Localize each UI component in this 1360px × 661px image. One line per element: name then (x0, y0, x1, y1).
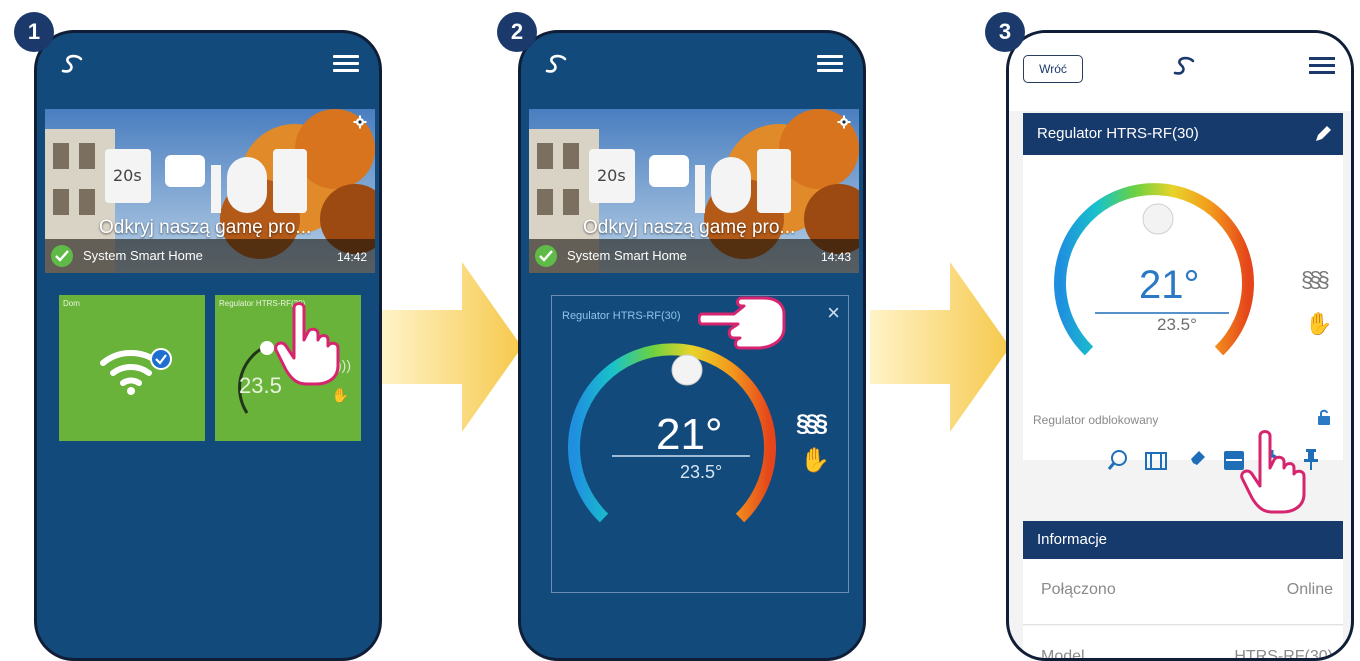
set-temperature: 21° (656, 410, 723, 459)
arrow-2 (870, 262, 1010, 432)
svg-text:20s: 20s (113, 166, 142, 185)
step-badge-1: 1 (14, 12, 54, 52)
current-temperature: 23.5° (1157, 315, 1197, 334)
logo-icon[interactable] (1171, 53, 1197, 79)
pointer-hand-icon (1240, 430, 1306, 514)
top-bar (521, 33, 863, 95)
phone-screen-2: 20s Odkryj naszą gamę pro... System Smar… (518, 30, 866, 661)
regulator-panel: 21° 23.5° §§§ ✋ Regulator odblokowany (1023, 155, 1343, 460)
search-icon[interactable] (1107, 449, 1129, 471)
plug-icon[interactable] (1185, 449, 1207, 471)
banner-time: 14:42 (336, 250, 367, 264)
banner-title: Odkryj naszą gamę pro... (583, 217, 796, 238)
film-icon[interactable] (1145, 451, 1167, 471)
gear-icon[interactable] (837, 115, 851, 129)
banner-footer: System Smart Home 14:42 (45, 239, 375, 273)
tile-dom[interactable]: Dom (59, 295, 205, 441)
banner-time: 14:43 (820, 250, 851, 264)
info-header: Informacje (1023, 521, 1343, 559)
phone-screen-3: Wróć Regulator HTRS-RF(30) 21° 23.5° §§§… (1006, 30, 1354, 661)
check-icon (535, 245, 557, 267)
info-row-model: Model HTRS-RF(30) (1023, 626, 1343, 661)
heat-icon: §§§ (796, 410, 828, 437)
hand-icon: ✋ (800, 447, 830, 474)
logo-icon[interactable] (59, 51, 85, 77)
lock-status: Regulator odblokowany (1033, 413, 1159, 427)
menu-icon[interactable] (333, 55, 359, 73)
tile-dom-label: Dom (63, 299, 80, 308)
step-badge-2: 2 (497, 12, 537, 52)
step-badge-3: 3 (985, 12, 1025, 52)
promo-banner[interactable]: 20s Odkryj naszą gamę pro... System Smar… (45, 109, 375, 273)
info-value: Online (1286, 581, 1333, 598)
check-icon (51, 245, 73, 267)
top-bar: Wróć (1009, 33, 1351, 111)
pointer-hand-icon (698, 296, 786, 350)
regulator-header: Regulator HTRS-RF(30) (1023, 113, 1343, 155)
banner-footer: System Smart Home 14:43 (529, 239, 859, 273)
info-title: Informacje (1037, 531, 1108, 548)
arrow-1 (382, 262, 522, 432)
banner-title: Odkryj naszą gamę pro... (99, 217, 312, 238)
lock-icon[interactable] (1317, 409, 1331, 425)
banner-subtitle: System Smart Home (567, 248, 687, 263)
regulator-title: Regulator HTRS-RF(30) (1037, 125, 1199, 142)
wifi-icon (100, 348, 172, 395)
banner-subtitle: System Smart Home (83, 248, 203, 263)
promo-banner[interactable]: 20s Odkryj naszą gamę pro... System Smar… (529, 109, 859, 273)
top-bar (37, 33, 379, 95)
info-row-connection: Połączono Online (1023, 559, 1343, 625)
hand-icon: ✋ (1305, 311, 1333, 336)
logo-icon[interactable] (543, 51, 569, 77)
edit-icon[interactable] (1313, 124, 1333, 144)
gear-icon[interactable] (353, 115, 367, 129)
menu-icon[interactable] (817, 55, 843, 73)
info-value: HTRS-RF(30) (1234, 648, 1333, 661)
set-temperature: 21° (1139, 263, 1200, 307)
menu-icon[interactable] (1309, 57, 1335, 75)
svg-text:20s: 20s (597, 166, 626, 185)
info-key: Połączono (1041, 581, 1116, 598)
info-key: Model (1041, 648, 1085, 661)
hand-icon: ✋ (331, 387, 349, 403)
pointer-hand-icon (274, 302, 340, 386)
back-button[interactable]: Wróć (1023, 55, 1083, 83)
current-temperature: 23.5° (680, 462, 723, 482)
heat-icon: §§§ (1301, 267, 1330, 292)
